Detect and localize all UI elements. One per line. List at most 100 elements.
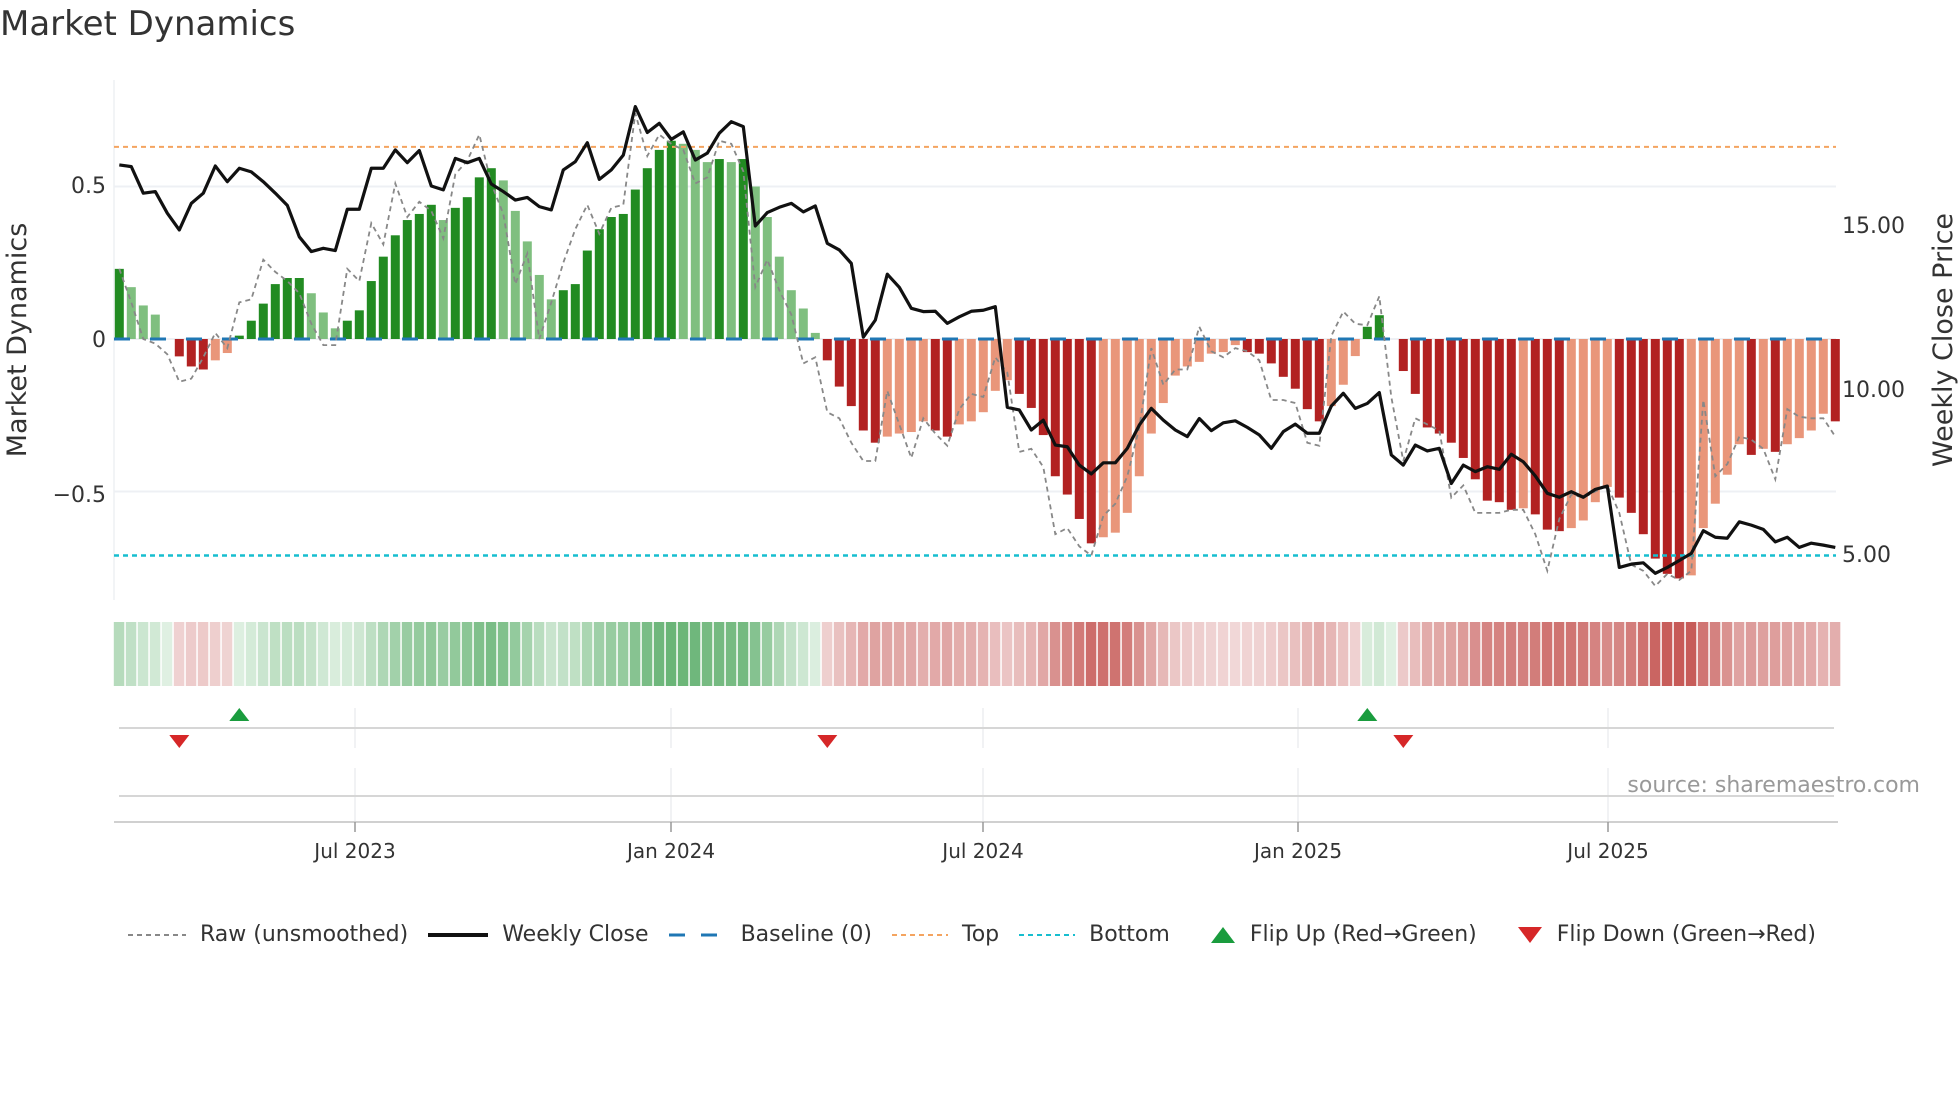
- bar: [1410, 339, 1420, 394]
- bars: [114, 140, 1840, 579]
- bar: [1686, 339, 1696, 576]
- heat-cell: [1325, 622, 1337, 686]
- bar: [858, 339, 868, 431]
- heat-cell: [1025, 622, 1037, 686]
- bar: [1218, 339, 1228, 353]
- heat-cell: [653, 622, 665, 686]
- bar: [930, 339, 940, 431]
- heat-cell: [1805, 622, 1817, 686]
- bar: [270, 284, 280, 339]
- bar: [1530, 339, 1540, 515]
- legend-item-top: Top: [892, 922, 999, 947]
- heat-cell: [1481, 622, 1493, 686]
- heat-cell: [953, 622, 965, 686]
- bar: [1182, 339, 1192, 367]
- bar: [1494, 339, 1504, 503]
- heat-cell: [1637, 622, 1649, 686]
- bar: [606, 217, 616, 339]
- heat-cell: [1505, 622, 1517, 686]
- heat-cell: [389, 622, 401, 686]
- heat-cell: [317, 622, 329, 686]
- heat-cell: [1301, 622, 1313, 686]
- bar: [1482, 339, 1492, 501]
- heat-cell: [437, 622, 449, 686]
- bar: [1446, 339, 1456, 443]
- flip-up-marker: [1357, 708, 1378, 721]
- bar: [402, 220, 412, 339]
- bar: [1062, 339, 1072, 495]
- heat-cell: [293, 622, 305, 686]
- bar: [1470, 339, 1480, 480]
- heat-cell: [1553, 622, 1565, 686]
- bar: [414, 213, 424, 339]
- y2-tick-label: 15.00: [1842, 214, 1905, 239]
- bar: [1650, 339, 1660, 559]
- legend-label: Weekly Close: [502, 922, 649, 947]
- heat-cell: [1001, 622, 1013, 686]
- bar: [1590, 339, 1600, 503]
- heat-cell: [1793, 622, 1805, 686]
- bar: [870, 339, 880, 443]
- heat-cell: [401, 622, 413, 686]
- heat-cell: [1337, 622, 1349, 686]
- bar: [150, 314, 160, 339]
- bar: [666, 140, 676, 339]
- bar: [426, 204, 436, 339]
- heat-cell: [1037, 622, 1049, 686]
- flip-down-marker: [817, 735, 838, 748]
- heat-cell: [233, 622, 245, 686]
- bar: [1830, 339, 1840, 422]
- bar: [1158, 339, 1168, 404]
- heat-cell: [1673, 622, 1685, 686]
- heat-cell: [1169, 622, 1181, 686]
- heat-cell: [1589, 622, 1601, 686]
- heat-cell: [173, 622, 185, 686]
- heat-cell: [221, 622, 233, 686]
- heat-cell: [1265, 622, 1277, 686]
- bar: [246, 320, 256, 339]
- heat-cell: [833, 622, 845, 686]
- heat-cell: [257, 622, 269, 686]
- heat-cell: [161, 622, 173, 686]
- heat-cell: [893, 622, 905, 686]
- heat-cell: [593, 622, 605, 686]
- bar: [198, 339, 208, 370]
- source-watermark: source: sharemaestro.com: [1627, 773, 1920, 798]
- heat-cell: [989, 622, 1001, 686]
- bar: [582, 250, 592, 339]
- bar: [1602, 339, 1612, 487]
- heat-cell: [1145, 622, 1157, 686]
- heat-cell: [1289, 622, 1301, 686]
- x-tick-label: Jan 2024: [625, 839, 715, 863]
- solid-line-icon: [428, 932, 489, 937]
- y2-tick-label: 5.00: [1842, 543, 1891, 568]
- bar: [1278, 339, 1288, 377]
- bar: [726, 162, 736, 339]
- heat-cell: [1409, 622, 1421, 686]
- bar: [1554, 339, 1564, 532]
- bar: [1266, 339, 1276, 364]
- bar: [1362, 326, 1372, 339]
- legend-label: Top: [962, 922, 1000, 947]
- heat-cell: [449, 622, 461, 686]
- heat-cell: [473, 622, 485, 686]
- heat-cell: [1733, 622, 1745, 686]
- bar: [1074, 339, 1084, 519]
- heat-cell: [353, 622, 365, 686]
- bar: [282, 278, 292, 339]
- legend: Raw (unsmoothed) Weekly Close Baseline (…: [128, 922, 1836, 947]
- heat-cell: [1661, 622, 1673, 686]
- triangle-down-icon: [1517, 926, 1542, 943]
- bar: [942, 339, 952, 437]
- heat-cell: [605, 622, 617, 686]
- heat-cell: [365, 622, 377, 686]
- bar: [1710, 339, 1720, 504]
- bar: [1578, 339, 1588, 521]
- y-axis-label: Market Dynamics: [2, 223, 33, 458]
- bar: [798, 308, 808, 339]
- heat-cell: [461, 622, 473, 686]
- dashed-line-icon: [128, 933, 186, 936]
- heat-cell: [773, 622, 785, 686]
- heat-cell: [857, 622, 869, 686]
- bar: [558, 290, 568, 339]
